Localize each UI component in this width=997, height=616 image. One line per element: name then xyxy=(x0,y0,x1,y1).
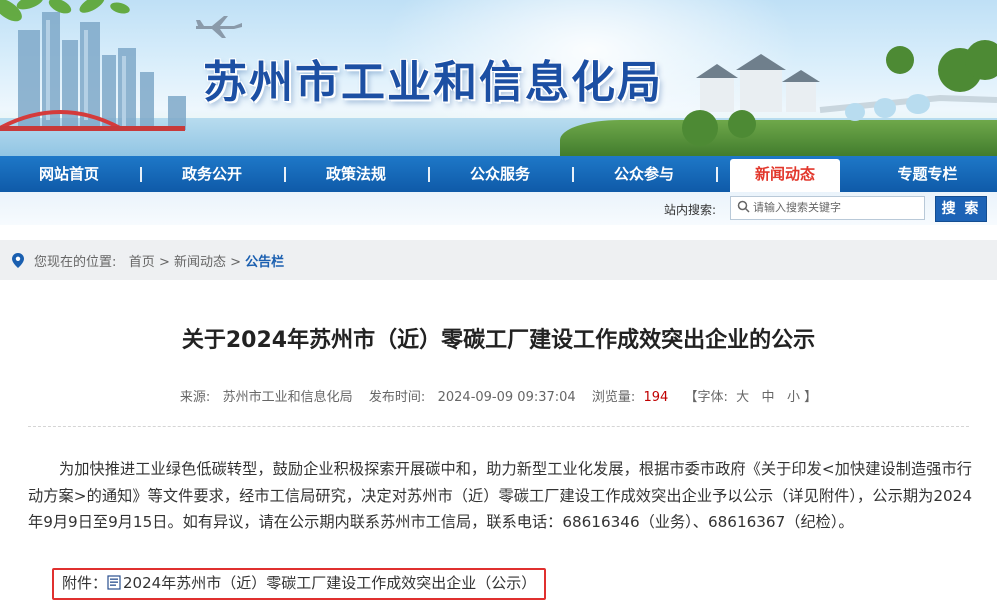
main-nav: 网站首页 政务公开 政策法规 公众服务 公众参与 新闻动态 专题专栏 xyxy=(0,156,997,192)
breadcrumb: 您现在的位置: 首页 > 新闻动态 > 公告栏 xyxy=(0,240,997,280)
nav-item-news[interactable]: 新闻动态 xyxy=(730,159,840,192)
nav-item-services[interactable]: 公众服务 xyxy=(430,156,570,192)
site-title: 苏州市工业和信息化局 xyxy=(203,57,663,108)
font-size-small[interactable]: 小 xyxy=(787,390,800,405)
views-count: 194 xyxy=(643,390,669,405)
font-size-label: 【字体: xyxy=(684,390,728,405)
font-size-end: 】 xyxy=(804,390,818,405)
meta-divider xyxy=(28,426,969,428)
search-label: 站内搜索: xyxy=(664,203,717,217)
breadcrumb-news[interactable]: 新闻动态 xyxy=(174,251,226,270)
article-title: 关于2024年苏州市（近）零碳工厂建设工作成效突出企业的公示 xyxy=(181,328,816,353)
breadcrumb-current[interactable]: 公告栏 xyxy=(245,251,284,270)
site-banner: 苏州市工业和信息化局 xyxy=(0,0,997,156)
attachment-link[interactable]: 2024年苏州市（近）零碳工厂建设工作成效突出企业（公示） xyxy=(123,574,536,592)
search-button[interactable]: 搜 索 xyxy=(935,196,987,222)
breadcrumb-separator: > xyxy=(154,255,174,270)
source-value: 苏州市工业和信息化局 xyxy=(222,390,353,405)
breadcrumb-separator: > xyxy=(226,255,246,270)
article-meta: 来源: 苏州市工业和信息化局 发布时间: 2024-09-09 09:37:04… xyxy=(0,386,997,405)
nav-item-participation[interactable]: 公众参与 xyxy=(574,156,714,192)
breadcrumb-prefix: 您现在的位置: xyxy=(34,255,117,270)
source-label: 来源: xyxy=(179,390,211,405)
font-size-large[interactable]: 大 xyxy=(736,390,749,405)
nav-divider xyxy=(716,167,718,182)
font-size-medium[interactable]: 中 xyxy=(762,390,775,405)
views-label: 浏览量: xyxy=(591,390,636,405)
publish-time-value: 2024-09-09 09:37:04 xyxy=(437,390,576,405)
doc-file-icon xyxy=(107,575,121,590)
nav-item-home[interactable]: 网站首页 xyxy=(0,156,138,192)
nav-item-policies[interactable]: 政策法规 xyxy=(286,156,426,192)
search-box xyxy=(730,196,925,220)
location-pin-icon xyxy=(12,253,24,268)
article-body: 为加快推进工业绿色低碳转型，鼓励企业积极探索开展碳中和，助力新型工业化发展，根据… xyxy=(28,460,972,531)
breadcrumb-home[interactable]: 首页 xyxy=(129,251,155,270)
nav-item-topics[interactable]: 专题专栏 xyxy=(858,156,997,192)
publish-time-label: 发布时间: xyxy=(368,390,426,405)
attachment-label: 附件： xyxy=(62,574,108,592)
search-input[interactable] xyxy=(753,199,919,215)
nav-item-gov-affairs[interactable]: 政务公开 xyxy=(142,156,282,192)
attachment-box: 附件： 2024年苏州市（近）零碳工厂建设工作成效突出企业（公示） xyxy=(52,568,547,600)
search-icon xyxy=(737,200,750,213)
